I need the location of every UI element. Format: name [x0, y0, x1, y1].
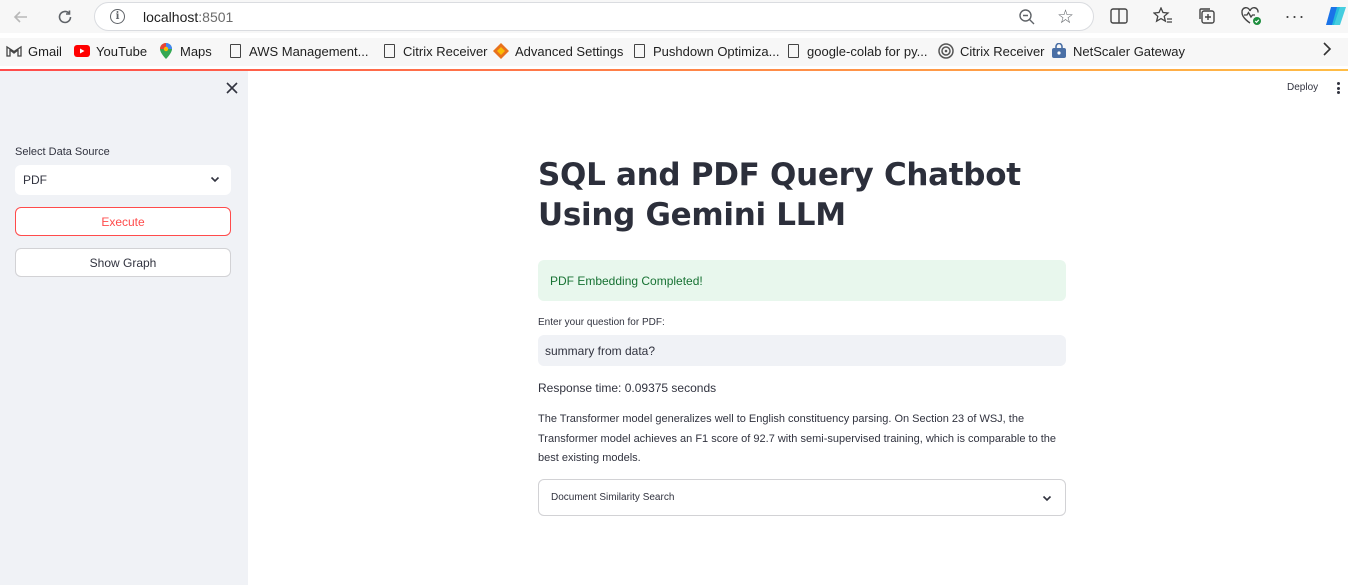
maps-icon [158, 43, 174, 59]
deploy-button[interactable]: Deploy [1287, 82, 1318, 93]
bookmark-gmail[interactable]: Gmail [6, 43, 62, 59]
bookmarks-bar: Gmail YouTube Maps AWS Management... Cit… [0, 38, 1348, 66]
page-icon [381, 43, 397, 59]
question-label: Enter your question for PDF: [538, 317, 665, 328]
info-icon[interactable]: i [110, 9, 125, 24]
url-text[interactable]: localhost:8501 [143, 9, 233, 25]
sidebar: Select Data Source PDF Execute Show Grap… [0, 71, 248, 585]
execute-button[interactable]: Execute [15, 207, 231, 236]
bookmark-google-colab[interactable]: google-colab for py... [785, 43, 927, 59]
show-graph-button[interactable]: Show Graph [15, 248, 231, 277]
page-icon [631, 43, 647, 59]
reload-icon[interactable] [52, 4, 78, 30]
url-host: localhost [143, 9, 199, 25]
favorites-icon[interactable] [1152, 5, 1174, 27]
bookmark-label: google-colab for py... [807, 43, 928, 59]
chevron-down-icon [1041, 492, 1053, 507]
bookmark-label: NetScaler Gateway [1073, 43, 1185, 59]
netscaler-icon [1051, 43, 1067, 59]
bookmark-label: YouTube [96, 43, 148, 59]
bookmark-citrix-receiver-2[interactable]: Citrix Receiver [938, 43, 1045, 59]
star-icon[interactable]: ☆ [1057, 6, 1074, 29]
bookmark-netscaler-gateway[interactable]: NetScaler Gateway [1051, 43, 1185, 59]
bookmark-label: Citrix Receiver [960, 43, 1045, 59]
close-sidebar-icon[interactable] [223, 79, 241, 97]
document-similarity-expander[interactable]: Document Similarity Search [538, 479, 1066, 516]
address-bar[interactable]: i localhost:8501 ☆ [94, 2, 1094, 31]
youtube-icon [74, 43, 90, 59]
bookmark-label: Advanced Settings [515, 43, 624, 59]
data-source-value: PDF [23, 173, 47, 187]
chevron-right-icon[interactable] [1322, 41, 1332, 62]
data-source-select[interactable]: PDF [15, 165, 231, 195]
bookmark-citrix-receiver[interactable]: Citrix Receiver [381, 43, 488, 59]
response-time-text: Response time: 0.09375 seconds [538, 381, 717, 395]
copilot-icon[interactable] [1324, 5, 1348, 27]
chevron-down-icon [209, 173, 221, 188]
bookmark-label: Citrix Receiver [403, 43, 488, 59]
settings-diamond-icon [493, 43, 509, 59]
page-icon [785, 43, 801, 59]
bookmark-label: AWS Management... [249, 43, 369, 59]
page-title: SQL and PDF Query Chatbot Using Gemini L… [538, 157, 1021, 233]
browser-essentials-icon[interactable] [1240, 5, 1262, 27]
answer-text: The Transformer model generalizes well t… [538, 413, 1057, 464]
bookmark-aws-management[interactable]: AWS Management... [227, 43, 368, 59]
question-input[interactable] [538, 335, 1066, 366]
zoom-out-icon[interactable] [1018, 8, 1036, 26]
expander-label: Document Similarity Search [551, 492, 675, 503]
bookmark-label: Maps [180, 43, 212, 59]
split-screen-icon[interactable] [1108, 5, 1130, 27]
more-icon[interactable]: ··· [1284, 5, 1306, 27]
bookmark-advanced-settings[interactable]: Advanced Settings [493, 43, 623, 59]
browser-toolbar: i localhost:8501 ☆ ··· [0, 0, 1348, 33]
citrix-icon [938, 43, 954, 59]
gmail-icon [6, 43, 22, 59]
main-menu-icon[interactable] [1334, 82, 1342, 94]
bookmark-maps[interactable]: Maps [158, 43, 212, 59]
bookmark-label: Gmail [28, 43, 62, 59]
collections-icon[interactable] [1196, 5, 1218, 27]
bookmark-youtube[interactable]: YouTube [74, 43, 147, 59]
success-alert: PDF Embedding Completed! [538, 260, 1066, 301]
page-icon [227, 43, 243, 59]
url-port: :8501 [198, 9, 234, 25]
data-source-label: Select Data Source [15, 146, 110, 158]
bookmark-pushdown-optimization[interactable]: Pushdown Optimiza... [631, 43, 779, 59]
back-arrow-icon[interactable] [8, 4, 34, 30]
bookmark-label: Pushdown Optimiza... [653, 43, 780, 59]
